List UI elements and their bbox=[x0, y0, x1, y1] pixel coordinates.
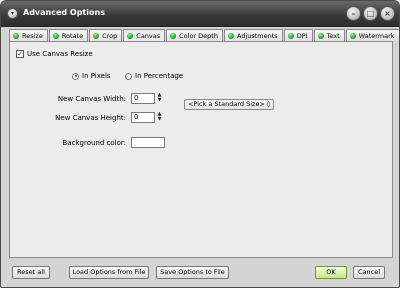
tab-label: Resize bbox=[22, 31, 43, 40]
tab-bar: Resize Rotate Crop Canvas Color Depth Ad… bbox=[9, 29, 399, 41]
tab-label: Watermark bbox=[358, 31, 395, 40]
tab-rotate[interactable]: Rotate bbox=[48, 29, 89, 41]
status-dot-icon bbox=[52, 32, 59, 39]
status-dot-icon bbox=[13, 32, 19, 39]
tab-text[interactable]: Text bbox=[313, 29, 345, 41]
tab-canvas[interactable]: Canvas bbox=[123, 29, 166, 41]
minimize-button[interactable]: – bbox=[346, 6, 361, 21]
cancel-button[interactable]: Cancel bbox=[353, 266, 385, 279]
status-dot-icon bbox=[349, 32, 356, 39]
canvas-height-input[interactable]: 0 bbox=[131, 112, 155, 123]
status-dot-icon bbox=[93, 32, 100, 39]
status-dot-icon bbox=[317, 32, 324, 39]
tab-color-depth[interactable]: Color Depth bbox=[166, 29, 223, 41]
in-percentage-label: In Percentage bbox=[135, 72, 184, 80]
close-button[interactable]: × bbox=[380, 6, 395, 21]
spin-down-icon[interactable]: ▼ bbox=[156, 98, 163, 103]
canvas-width-spinner[interactable]: ▲ ▼ bbox=[156, 93, 163, 104]
window-title: Advanced Options bbox=[23, 8, 105, 17]
use-canvas-resize-checkbox[interactable]: ✓ bbox=[16, 50, 24, 58]
load-options-button[interactable]: Load Options from File bbox=[69, 266, 149, 279]
advanced-options-window: ▾ Advanced Options – □ × Resize Rotate C… bbox=[0, 0, 400, 288]
tab-label: Text bbox=[326, 31, 340, 40]
in-percentage-option[interactable]: In Percentage bbox=[125, 72, 183, 80]
status-dot-icon bbox=[170, 32, 177, 39]
tab-label: Crop bbox=[102, 31, 118, 40]
in-percentage-radio[interactable] bbox=[125, 72, 132, 80]
tab-label: DPI bbox=[296, 31, 308, 40]
canvas-height-spinner[interactable]: ▲ ▼ bbox=[156, 112, 163, 123]
tab-resize[interactable]: Resize bbox=[9, 29, 48, 41]
tab-watermark[interactable]: Watermark bbox=[345, 29, 399, 41]
status-dot-icon bbox=[287, 32, 294, 39]
tab-label: Rotate bbox=[61, 31, 84, 40]
background-color-picker[interactable] bbox=[131, 137, 165, 148]
tab-label: Canvas bbox=[136, 31, 161, 40]
title-bar[interactable]: ▾ Advanced Options – □ × bbox=[1, 1, 399, 27]
save-options-button[interactable]: Save Options to File bbox=[156, 266, 229, 279]
tab-label: Color Depth bbox=[179, 31, 218, 40]
use-canvas-resize-option[interactable]: ✓ Use Canvas Resize bbox=[16, 50, 93, 58]
in-pixels-radio[interactable] bbox=[72, 72, 79, 80]
status-dot-icon bbox=[227, 32, 234, 39]
canvas-panel: ✓ Use Canvas Resize In Pixels In Percent… bbox=[9, 41, 393, 258]
standard-size-select[interactable]: <Pick a Standard Size> ◊ bbox=[184, 99, 275, 110]
spin-down-icon[interactable]: ▼ bbox=[156, 117, 163, 122]
canvas-width-label: New Canvas Width: bbox=[57, 95, 126, 103]
window-menu-icon[interactable]: ▾ bbox=[7, 8, 18, 19]
tab-dpi[interactable]: DPI bbox=[283, 29, 313, 41]
in-pixels-label: In Pixels bbox=[82, 72, 111, 80]
canvas-width-input[interactable]: 0 bbox=[131, 93, 155, 104]
tab-label: Adjustments bbox=[236, 31, 278, 40]
reset-all-button[interactable]: Reset all bbox=[12, 266, 50, 279]
in-pixels-option[interactable]: In Pixels bbox=[72, 72, 111, 80]
background-color-label: Background color: bbox=[62, 139, 126, 147]
tab-adjustments[interactable]: Adjustments bbox=[223, 29, 283, 41]
maximize-button[interactable]: □ bbox=[363, 6, 378, 21]
ok-button[interactable]: OK bbox=[315, 266, 347, 279]
tab-crop[interactable]: Crop bbox=[89, 29, 123, 41]
use-canvas-resize-label: Use Canvas Resize bbox=[27, 50, 93, 58]
status-dot-icon bbox=[127, 32, 134, 39]
canvas-height-label: New Canvas Height: bbox=[55, 114, 126, 122]
